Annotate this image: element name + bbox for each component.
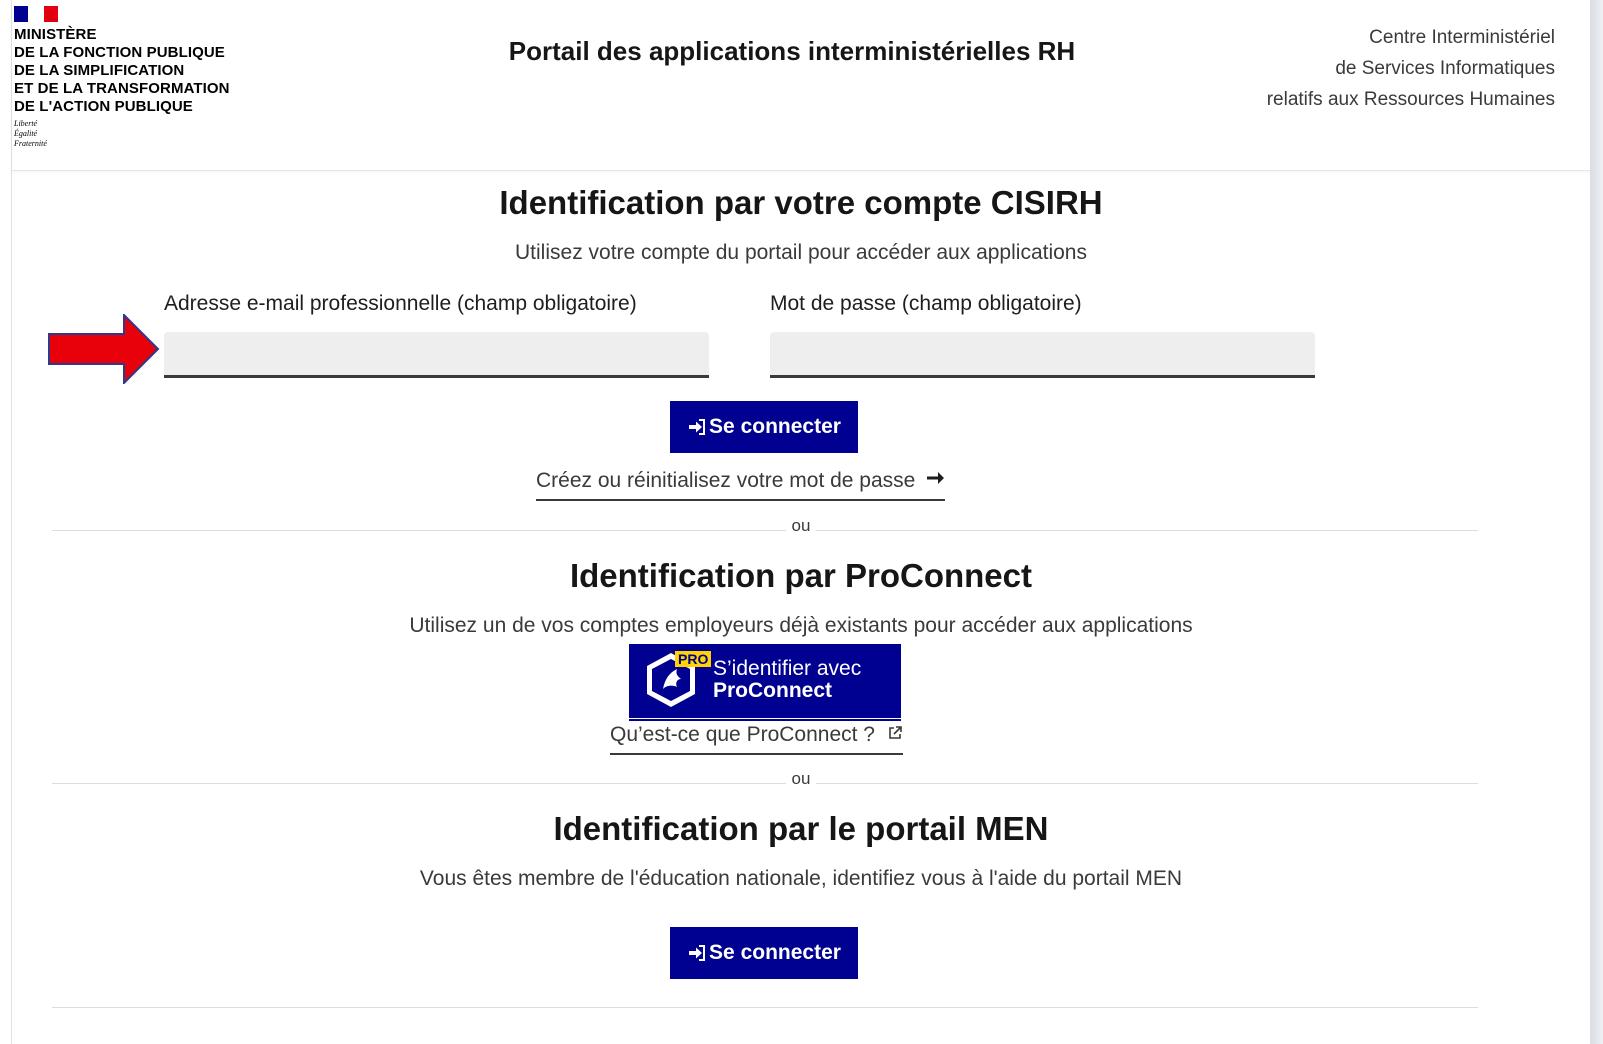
- sign-in-icon: [687, 417, 707, 437]
- or-text: ou: [785, 769, 817, 788]
- proconnect-title: Identification par ProConnect: [569, 557, 1033, 594]
- link-label: Créez ou réinitialisez votre mot de pass…: [536, 469, 916, 492]
- header: MINISTÈRE DE LA FONCTION PUBLIQUE DE LA …: [12, 0, 1590, 171]
- org-line: relatifs aux Ressources Humaines: [1266, 89, 1555, 110]
- button-label: Se connecter: [709, 415, 841, 438]
- proconnect-logo-icon: PRO: [643, 649, 712, 711]
- external-link-icon: [887, 723, 903, 747]
- ministry-line: DE LA SIMPLIFICATION: [14, 62, 185, 79]
- men-login-button[interactable]: Se connecter: [670, 927, 858, 979]
- ministry-line: DE LA FONCTION PUBLIQUE: [14, 44, 225, 61]
- ministry-line: ET DE LA TRANSFORMATION: [14, 80, 230, 97]
- separator-line: [52, 1007, 1478, 1008]
- men-subtitle: Vous êtes membre de l'éducation national…: [419, 867, 1183, 890]
- link-label: Qu’est-ce que ProConnect ?: [610, 723, 875, 746]
- sign-in-icon: [687, 943, 707, 963]
- reset-password-link[interactable]: Créez ou réinitialisez votre mot de pass…: [536, 469, 946, 501]
- button-label: Se connecter: [709, 941, 841, 964]
- french-flag-icon: [14, 6, 58, 22]
- motto-line: Égalité: [14, 129, 38, 138]
- ministry-name: MINISTÈRE DE LA FONCTION PUBLIQUE DE LA …: [14, 26, 264, 116]
- proconnect-line2: ProConnect: [713, 679, 833, 702]
- portal-title: Portail des applications interministérie…: [508, 36, 1076, 66]
- men-title: Identification par le portail MEN: [553, 810, 1049, 847]
- page: MINISTÈRE DE LA FONCTION PUBLIQUE DE LA …: [12, 0, 1590, 1044]
- or-separator: ou: [12, 516, 1590, 536]
- republic-motto: Liberté Égalité Fraternité: [14, 119, 264, 149]
- arrow-right-icon: [925, 469, 945, 493]
- email-field[interactable]: [164, 332, 709, 378]
- proconnect-button[interactable]: PRO S’identifier avec ProConnect: [629, 644, 901, 716]
- organization-name: Centre Interministériel de Services Info…: [1267, 22, 1555, 115]
- org-line: de Services Informatiques: [1335, 58, 1555, 79]
- ministry-line: DE L'ACTION PUBLIQUE: [14, 98, 193, 115]
- proconnect-button-text: S’identifier avec ProConnect: [713, 658, 861, 702]
- proconnect-info-link[interactable]: Qu’est-ce que ProConnect ?: [610, 723, 903, 755]
- window-edge: [1591, 0, 1603, 1044]
- ministry-line: MINISTÈRE: [14, 26, 97, 43]
- proconnect-line1: S’identifier avec: [713, 657, 862, 680]
- motto-line: Fraternité: [14, 139, 47, 148]
- or-separator: ou: [12, 769, 1590, 789]
- pro-badge: PRO: [675, 651, 712, 667]
- proconnect-underline: [629, 719, 901, 721]
- cisirh-title: Identification par votre compte CISIRH: [499, 184, 1103, 221]
- email-label: Adresse e-mail professionnelle (champ ob…: [164, 292, 637, 315]
- password-label: Mot de passe (champ obligatoire): [770, 292, 1082, 315]
- cisirh-subtitle: Utilisez votre compte du portail pour ac…: [515, 241, 1087, 264]
- cisirh-login-button[interactable]: Se connecter: [670, 401, 858, 453]
- or-text: ou: [785, 516, 817, 535]
- red-arrow-icon: [48, 314, 160, 384]
- org-line: Centre Interministériel: [1369, 27, 1555, 48]
- motto-line: Liberté: [14, 119, 38, 128]
- ministry-logo[interactable]: MINISTÈRE DE LA FONCTION PUBLIQUE DE LA …: [14, 6, 264, 149]
- proconnect-subtitle: Utilisez un de vos comptes employeurs dé…: [409, 614, 1193, 637]
- password-field[interactable]: [770, 332, 1315, 378]
